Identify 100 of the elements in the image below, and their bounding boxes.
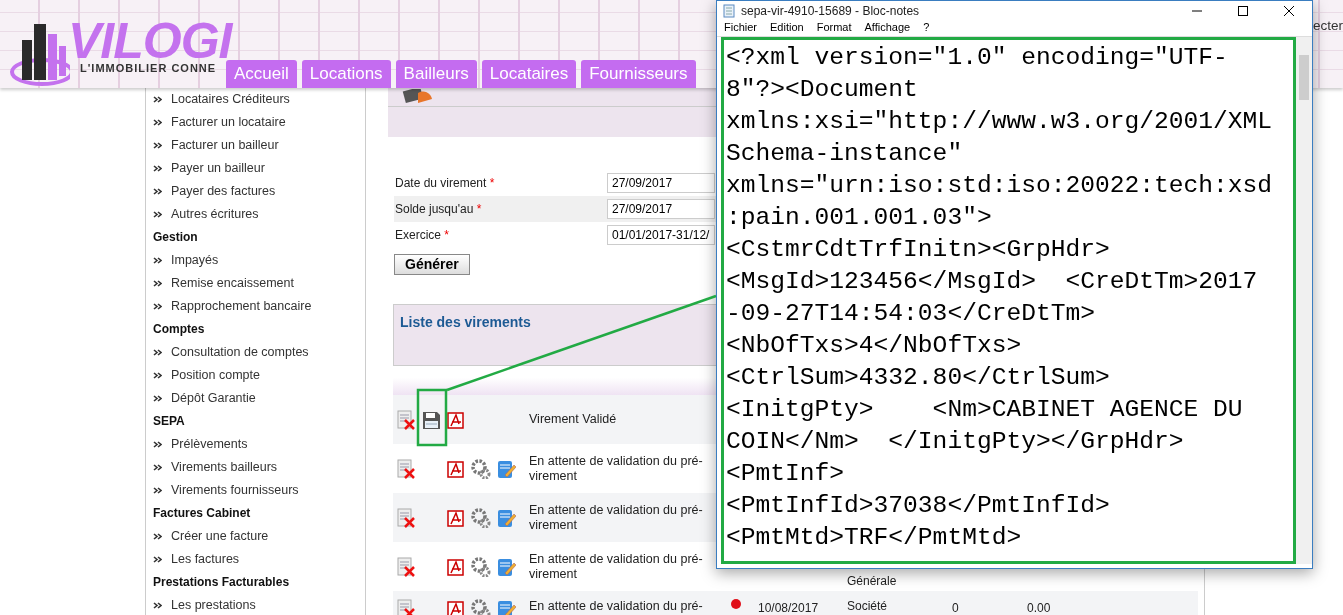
text-line: <PmtMtd>TRF</PmtMtd> xyxy=(726,523,1022,553)
delete-document-icon[interactable] xyxy=(396,409,416,430)
text-line: <CtrlSum>4332.80</CtrlSum> xyxy=(726,363,1110,393)
text-line: :pain.001.001.03"> xyxy=(726,203,992,233)
status-text: Virement Validé xyxy=(529,412,618,427)
text-line: <NbOfTxs>4</NbOfTxs> xyxy=(726,331,1022,361)
text-line: COIN</Nm> </InitgPty></GrpHdr> xyxy=(726,427,1184,457)
edit-icon[interactable] xyxy=(496,507,516,528)
field-label: Exercice * xyxy=(394,227,451,244)
edit-icon[interactable] xyxy=(496,556,516,577)
edit-icon[interactable] xyxy=(496,599,516,615)
delete-document-icon[interactable] xyxy=(396,507,416,528)
double-chevron-icon xyxy=(153,211,162,218)
text-line: Schema-instance" xyxy=(726,139,963,169)
text-line: 8"?><Document xyxy=(726,75,918,105)
header-link[interactable]: ecter xyxy=(1313,18,1343,34)
menu-item[interactable]: Edition xyxy=(766,20,813,34)
sidebar-link[interactable]: Impayés xyxy=(153,249,365,272)
double-chevron-icon xyxy=(153,349,162,356)
notepad-icon xyxy=(723,3,735,18)
pdf-icon[interactable] xyxy=(446,458,466,479)
double-chevron-icon xyxy=(153,372,162,379)
sidebar-link[interactable]: Les prestations xyxy=(153,594,365,615)
gears-icon[interactable] xyxy=(471,507,491,528)
generate-button[interactable]: Générer xyxy=(394,254,470,275)
date-field[interactable]: 01/01/2017-31/12/ xyxy=(607,225,715,245)
text-line: -09-27T14:54:03</CreDtTm> xyxy=(726,299,1095,329)
double-chevron-icon xyxy=(153,165,162,172)
double-chevron-icon xyxy=(153,280,162,287)
sidebar-heading: Prestations Facturables xyxy=(153,574,291,591)
text-line: <?xml version="1.0" encoding="UTF- xyxy=(726,43,1228,73)
sidebar-link[interactable]: Facturer un locataire xyxy=(153,111,365,134)
text-line: <PmtInfId>37038</PmtInfId> xyxy=(726,491,1110,521)
field-label: Solde jusqu'au * xyxy=(394,201,483,218)
date-field[interactable]: 27/09/2017 xyxy=(607,199,715,219)
double-chevron-icon xyxy=(153,303,162,310)
menu-item[interactable]: ? xyxy=(919,20,939,34)
pdf-icon[interactable] xyxy=(446,409,466,430)
date-field[interactable]: 27/09/2017 xyxy=(607,173,715,193)
sidebar-link[interactable]: Virements bailleurs xyxy=(153,456,365,479)
date-cell-text: 10/08/2017 xyxy=(758,600,820,615)
sidebar-link[interactable]: Payer un bailleur xyxy=(153,157,365,180)
sidebar-link[interactable]: Autres écritures xyxy=(153,203,365,226)
double-chevron-icon xyxy=(153,533,162,540)
pdf-icon[interactable] xyxy=(446,556,466,577)
status-text: En attente de validation du pré-virement xyxy=(529,502,704,533)
sidebar-link[interactable]: Remise encaissement xyxy=(153,272,365,295)
double-chevron-icon xyxy=(153,464,162,471)
status-text: En attente de validation du pré-virement xyxy=(529,453,704,484)
menu-item[interactable]: Format xyxy=(812,20,861,34)
double-chevron-icon xyxy=(153,96,162,103)
highlight-frame xyxy=(416,388,448,447)
sidebar-link[interactable]: Facturer un bailleur xyxy=(153,134,365,157)
double-chevron-icon xyxy=(153,188,162,195)
beneficiary-cell-text: Société xyxy=(847,599,889,614)
delete-document-icon[interactable] xyxy=(396,458,416,479)
text-line: <CstmrCdtTrfInitn><GrpHdr> xyxy=(726,235,1110,265)
sidebar-heading: SEPA xyxy=(153,413,186,430)
double-chevron-icon xyxy=(153,487,162,494)
window-title: sepa-vir-4910-15689 - Bloc-notes xyxy=(741,2,920,20)
double-chevron-icon xyxy=(153,602,162,609)
field-label: Date du virement * xyxy=(394,175,496,192)
delete-document-icon[interactable] xyxy=(396,599,416,615)
sidebar-link[interactable]: Dépôt Garantie xyxy=(153,387,365,410)
amount-cell-text: 0.00 xyxy=(1027,600,1052,615)
double-chevron-icon xyxy=(153,257,162,264)
gears-icon[interactable] xyxy=(471,458,491,479)
sidebar-link[interactable]: Prélèvements xyxy=(153,433,365,456)
sidebar-heading: Comptes xyxy=(153,321,206,338)
sidebar-link[interactable]: Créer une facture xyxy=(153,525,365,548)
close-icon[interactable] xyxy=(1283,4,1295,17)
pdf-icon[interactable] xyxy=(446,507,466,528)
maximize-icon[interactable] xyxy=(1237,4,1249,17)
sidebar-link[interactable]: Les factures xyxy=(153,548,365,571)
pdf-icon[interactable] xyxy=(446,599,466,615)
double-chevron-icon xyxy=(153,142,162,149)
gears-icon[interactable] xyxy=(471,556,491,577)
sidebar-link[interactable]: Locataires Créditeurs xyxy=(153,88,365,111)
menu-item[interactable]: Fichier xyxy=(720,20,766,34)
edit-icon[interactable] xyxy=(496,458,516,479)
double-chevron-icon xyxy=(153,119,162,126)
beneficiary-cell-text: Générale xyxy=(847,574,898,590)
text-line: <PmtInf> xyxy=(726,459,845,489)
text-line: <InitgPty> <Nm>CABINET AGENCE DU xyxy=(726,395,1243,425)
sidebar-link[interactable]: Consultation de comptes xyxy=(153,341,365,364)
status-text: En attente de validation du pré-virement xyxy=(529,551,704,582)
scrollbar-thumb[interactable] xyxy=(1299,55,1309,100)
sidebar-link[interactable]: Payer des factures xyxy=(153,180,365,203)
menu-item[interactable]: Affichage xyxy=(860,20,920,34)
sidebar-heading: Gestion xyxy=(153,229,199,246)
sidebar-link[interactable]: Rapprochement bancaire xyxy=(153,295,365,318)
count-cell-text: 0 xyxy=(952,600,960,615)
delete-document-icon[interactable] xyxy=(396,556,416,577)
logo-tagline: L'IMMOBILIER CONNE xyxy=(80,63,217,74)
double-chevron-icon xyxy=(153,395,162,402)
sidebar-link[interactable]: Position compte xyxy=(153,364,365,387)
sidebar-link[interactable]: Virements fournisseurs xyxy=(153,479,365,502)
gears-icon[interactable] xyxy=(471,599,491,615)
double-chevron-icon xyxy=(153,556,162,563)
double-chevron-icon xyxy=(153,441,162,448)
